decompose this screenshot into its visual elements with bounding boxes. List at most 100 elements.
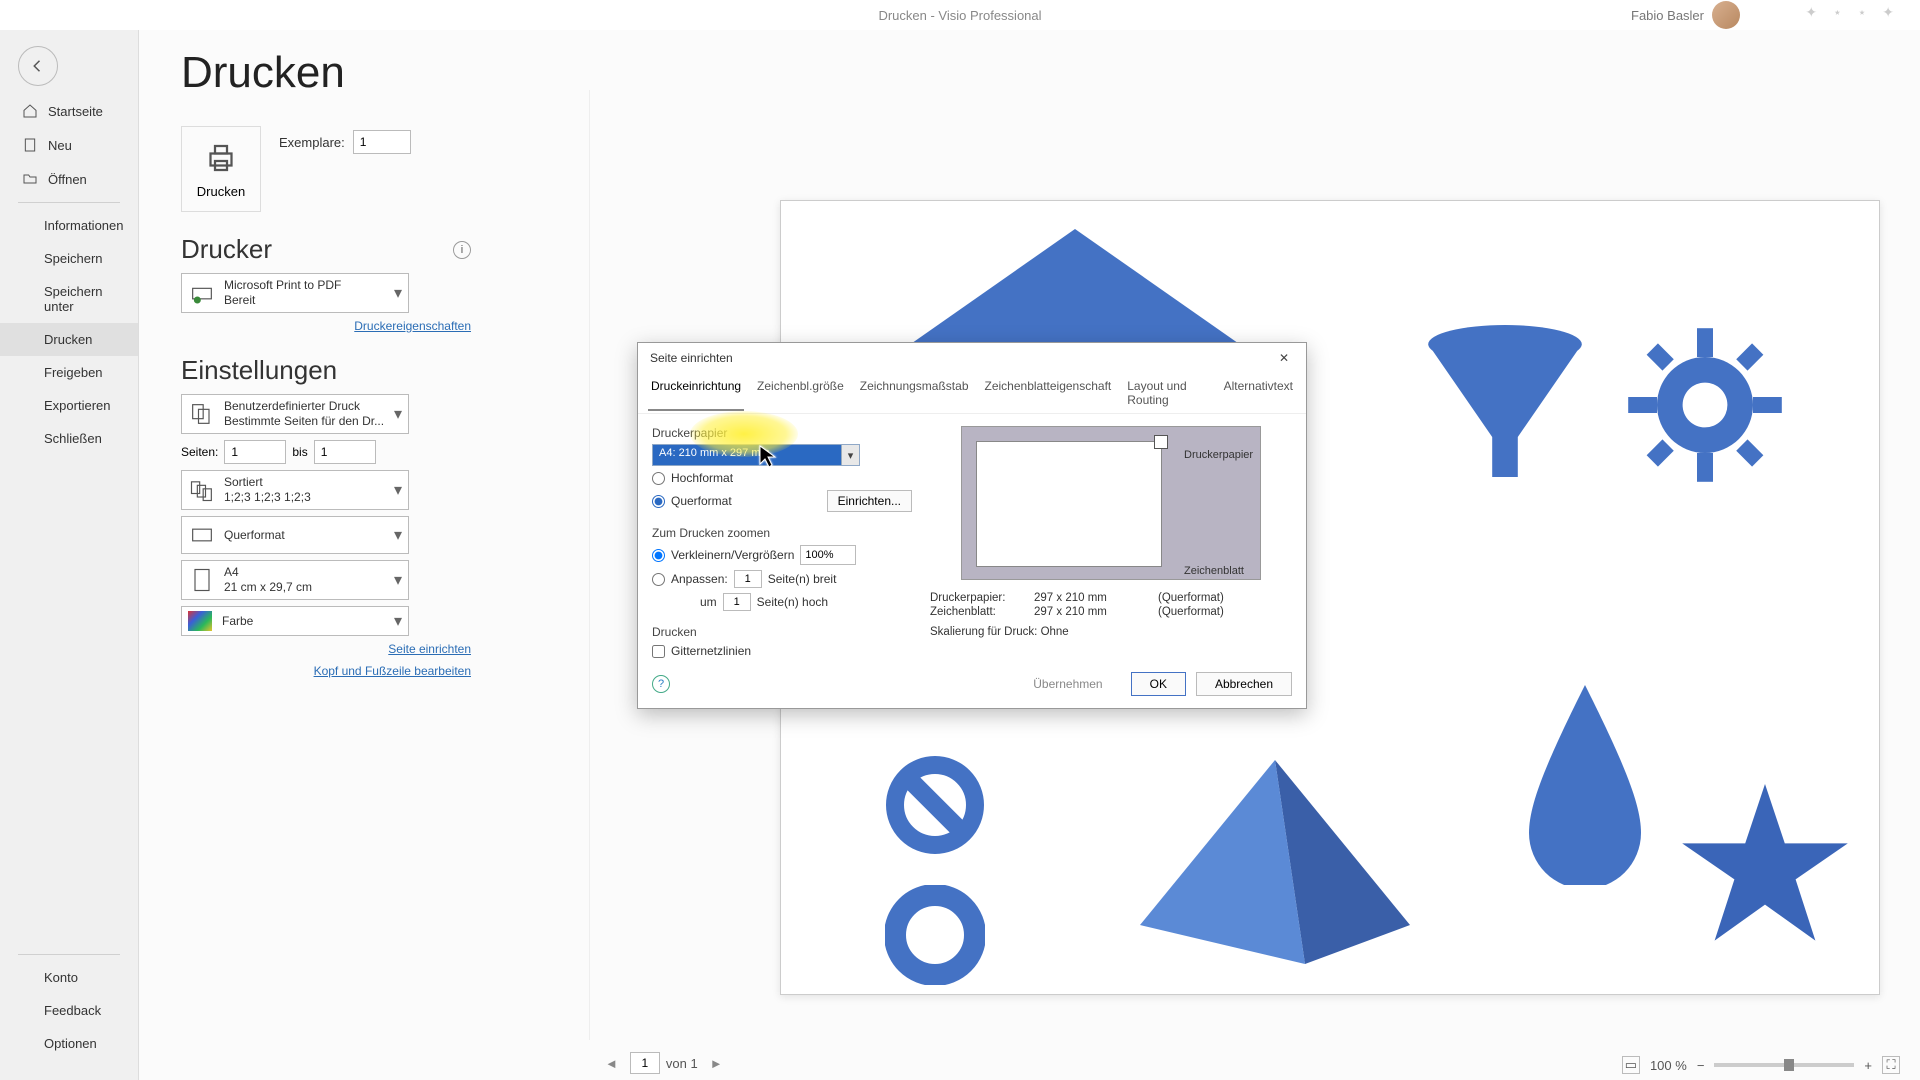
- page-setup-dialog: Seite einrichten ✕ Druckeinrichtung Zeic…: [637, 342, 1307, 709]
- user-area[interactable]: Fabio Basler: [1631, 1, 1740, 29]
- zoom-percent-select[interactable]: [800, 545, 856, 565]
- nav-account[interactable]: Konto: [0, 961, 138, 994]
- paper-size-select[interactable]: A4: 210 mm x 297 mm ▾: [652, 444, 860, 466]
- nav-share[interactable]: Freigeben: [0, 356, 138, 389]
- nav-print[interactable]: Drucken: [0, 323, 138, 356]
- nav-export-label: Exportieren: [44, 398, 110, 413]
- portrait-radio[interactable]: [652, 472, 665, 485]
- nav-print-label: Drucken: [44, 332, 92, 347]
- shrink-row[interactable]: Verkleinern/Vergrößern: [652, 545, 912, 565]
- zoom-slider[interactable]: [1714, 1063, 1854, 1067]
- close-button[interactable]: ✕: [1274, 351, 1294, 365]
- papersize-icon: [188, 566, 216, 594]
- chevron-down-icon: ▾: [394, 570, 402, 590]
- star-shape: [1675, 775, 1855, 955]
- dialog-tabs: Druckeinrichtung Zeichenbl.größe Zeichnu…: [638, 373, 1306, 414]
- collate-dropdown[interactable]: Sortiert 1;2;3 1;2;3 1;2;3 ▾: [181, 470, 409, 510]
- tab-page-properties[interactable]: Zeichenblatteigenschaft: [982, 375, 1115, 411]
- gear-shape: [1625, 325, 1785, 485]
- info-icon[interactable]: i: [453, 241, 471, 259]
- chevron-down-icon[interactable]: ▾: [841, 445, 859, 465]
- fit-radio[interactable]: [652, 573, 665, 586]
- nav-open-label: Öffnen: [48, 172, 87, 187]
- nav-open[interactable]: Öffnen: [0, 162, 138, 196]
- nav-info[interactable]: Informationen: [0, 209, 138, 242]
- nav-export[interactable]: Exportieren: [0, 389, 138, 422]
- mini-printer-label: Druckerpapier: [1184, 449, 1253, 461]
- portrait-label: Hochformat: [671, 471, 733, 485]
- fit-height-label: Seite(n) hoch: [757, 595, 828, 609]
- orientation-dropdown[interactable]: Querformat ▾: [181, 516, 409, 554]
- page-number-input[interactable]: [630, 1052, 660, 1074]
- shrink-radio[interactable]: [652, 549, 665, 562]
- printer-icon: [203, 140, 239, 176]
- gridlines-row[interactable]: Gitternetzlinien: [652, 644, 912, 658]
- nav-close[interactable]: Schließen: [0, 422, 138, 455]
- fit-label: Anpassen:: [671, 572, 728, 586]
- fit-width-input[interactable]: [734, 570, 762, 588]
- titlebar: Drucken - Visio Professional Fabio Basle…: [0, 0, 1920, 30]
- page-nav: ◄ von 1 ►: [599, 1052, 729, 1074]
- pages-from-input[interactable]: [224, 440, 286, 464]
- page-prev-button[interactable]: ◄: [599, 1054, 624, 1073]
- print-group-label: Drucken: [652, 625, 912, 639]
- tab-layout-routing[interactable]: Layout und Routing: [1124, 375, 1210, 411]
- chevron-down-icon: ▾: [394, 611, 402, 631]
- ok-button[interactable]: OK: [1131, 672, 1186, 696]
- fit-row[interactable]: Anpassen: Seite(n) breit: [652, 570, 912, 588]
- decor-birds: ✦ ⋆ ⋆ ✦: [1805, 4, 1900, 21]
- printer-small-icon: [188, 279, 216, 307]
- header-footer-link[interactable]: Kopf und Fußzeile bearbeiten: [181, 664, 471, 678]
- help-icon[interactable]: ?: [652, 675, 670, 693]
- custom-print-title: Benutzerdefinierter Druck: [224, 399, 402, 414]
- page-count-label: von 1: [666, 1056, 698, 1071]
- gridlines-checkbox[interactable]: [652, 645, 665, 658]
- paper-name: A4: [224, 565, 402, 580]
- zoom-out-button[interactable]: −: [1697, 1058, 1705, 1073]
- zoom-to-page-button[interactable]: ⛶: [1882, 1056, 1900, 1074]
- print-button[interactable]: Drucken: [181, 126, 261, 212]
- setup-button[interactable]: Einrichten...: [827, 490, 912, 512]
- back-button[interactable]: [18, 46, 58, 86]
- tab-print-setup[interactable]: Druckeinrichtung: [648, 375, 744, 411]
- dialog-titlebar: Seite einrichten ✕: [638, 343, 1306, 373]
- funnel-shape: [1425, 325, 1585, 485]
- settings-column: Drucken Exemplare: Drucker i Microsoft P…: [181, 126, 471, 686]
- nav-save[interactable]: Speichern: [0, 242, 138, 275]
- tab-drawing-size[interactable]: Zeichenbl.größe: [754, 375, 847, 411]
- fit-page-button[interactable]: ▭: [1622, 1056, 1640, 1074]
- fit-height-input[interactable]: [723, 593, 751, 611]
- landscape-radio[interactable]: [652, 495, 665, 508]
- nav-new[interactable]: Neu: [0, 128, 138, 162]
- page-next-button[interactable]: ►: [704, 1054, 729, 1073]
- nav-home[interactable]: Startseite: [0, 94, 138, 128]
- page-setup-link[interactable]: Seite einrichten: [181, 642, 471, 656]
- paper-size-dropdown[interactable]: A4 21 cm x 29,7 cm ▾: [181, 560, 409, 600]
- copies-label: Exemplare:: [279, 135, 345, 150]
- landscape-radio-row[interactable]: Querformat Einrichten...: [652, 490, 912, 512]
- nav-options[interactable]: Optionen: [0, 1027, 138, 1060]
- pages-to-input[interactable]: [314, 440, 376, 464]
- custom-print-dropdown[interactable]: Benutzerdefinierter Druck Bestimmte Seit…: [181, 394, 409, 434]
- nav-saveas[interactable]: Speichern unter: [0, 275, 138, 323]
- avatar[interactable]: [1712, 1, 1740, 29]
- nav-feedback[interactable]: Feedback: [0, 994, 138, 1027]
- orientation-label: Querformat: [224, 528, 402, 543]
- cancel-button[interactable]: Abbrechen: [1196, 672, 1292, 696]
- nav-info-label: Informationen: [44, 218, 124, 233]
- nav-feedback-label: Feedback: [44, 1003, 101, 1018]
- zoom-in-button[interactable]: +: [1864, 1058, 1872, 1073]
- tab-drawing-scale[interactable]: Zeichnungsmaßstab: [857, 375, 972, 411]
- printer-status: Bereit: [224, 293, 402, 308]
- tab-alt-text[interactable]: Alternativtext: [1221, 375, 1296, 411]
- printer-properties-link[interactable]: Druckereigenschaften: [181, 319, 471, 333]
- printer-section-label: Drucker: [181, 234, 272, 265]
- dialog-title: Seite einrichten: [650, 351, 733, 365]
- chevron-down-icon: ▾: [394, 283, 402, 303]
- copies-input[interactable]: [353, 130, 411, 154]
- apply-button[interactable]: Übernehmen: [1015, 673, 1120, 695]
- printer-dropdown[interactable]: Microsoft Print to PDF Bereit ▾: [181, 273, 409, 313]
- color-dropdown[interactable]: Farbe ▾: [181, 606, 409, 636]
- portrait-radio-row[interactable]: Hochformat: [652, 471, 912, 485]
- info-printer-key: Druckerpapier:: [930, 592, 1020, 604]
